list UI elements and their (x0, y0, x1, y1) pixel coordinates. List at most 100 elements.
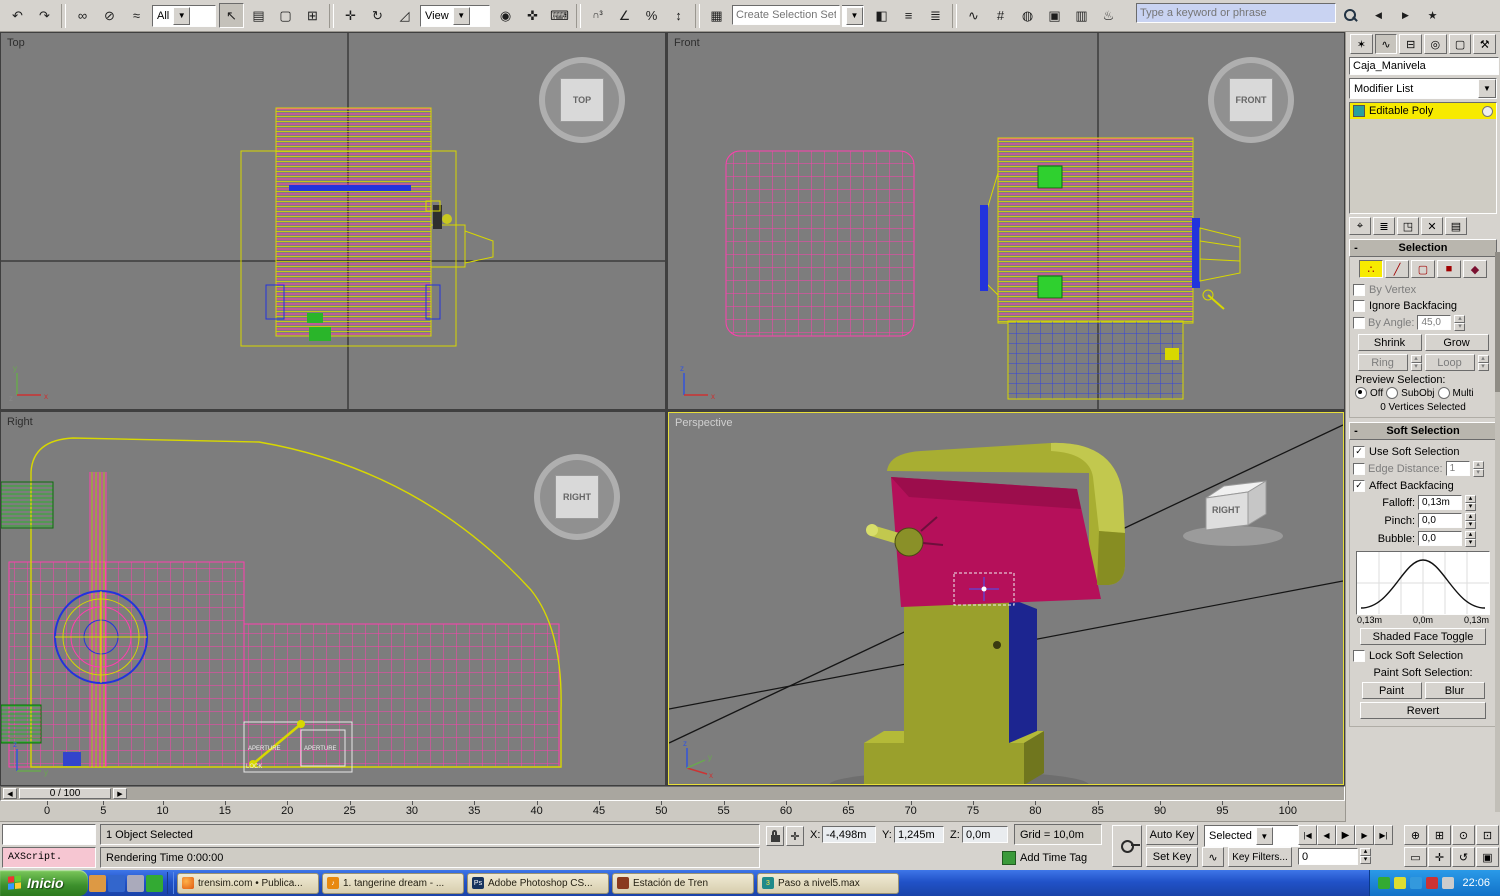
viewport-perspective[interactable]: Perspective RIGHT z x y (668, 412, 1344, 785)
blur-button[interactable]: Blur (1425, 682, 1485, 699)
select-rotate-icon[interactable] (365, 3, 390, 28)
preview-multi-radio[interactable] (1438, 387, 1450, 399)
search-next-icon[interactable] (1393, 3, 1418, 28)
viewcube[interactable]: TOP (539, 57, 625, 143)
prev-frame-icon[interactable] (1317, 825, 1336, 845)
modifier-stack[interactable]: Editable Poly (1349, 102, 1497, 214)
viewcube[interactable]: RIGHT (1178, 468, 1288, 555)
region-select-icon[interactable] (273, 3, 298, 28)
select-link-icon[interactable] (70, 3, 95, 28)
zoom-all-icon[interactable] (1428, 825, 1451, 845)
revert-button[interactable]: Revert (1360, 702, 1486, 719)
selection-filter-dropdown[interactable]: All ▼ (152, 5, 216, 27)
selection-rollout-header[interactable]: - Selection (1349, 239, 1497, 257)
redo-icon[interactable] (32, 3, 57, 28)
viewport-top[interactable]: Top TOP y x z (1, 33, 665, 409)
lock-soft-selection-checkbox[interactable] (1353, 650, 1365, 662)
viewport-label[interactable]: Top (7, 37, 25, 49)
zoom-icon[interactable] (1404, 825, 1427, 845)
object-name-field[interactable] (1349, 57, 1499, 75)
tray-icon[interactable] (1378, 877, 1390, 889)
quick-render-icon[interactable] (1096, 3, 1121, 28)
viewport-label[interactable]: Perspective (675, 417, 732, 429)
utilities-tab[interactable] (1473, 34, 1496, 54)
create-tab[interactable] (1350, 34, 1373, 54)
quick-launch-icon[interactable] (89, 875, 106, 892)
chevron-down-icon[interactable]: ▼ (1256, 827, 1273, 845)
task-button[interactable]: Estación de Tren (612, 873, 754, 894)
quick-launch-icon[interactable] (146, 875, 163, 892)
loop-button[interactable]: Loop (1425, 354, 1475, 371)
chevron-down-icon[interactable]: ▼ (1478, 79, 1496, 98)
search-input[interactable] (1136, 3, 1336, 23)
bubble-spinner[interactable]: ▴▾ (1465, 531, 1476, 547)
modifier-list-dropdown[interactable]: Modifier List ▼ (1349, 78, 1497, 99)
curve-toggle-icon[interactable] (1202, 847, 1224, 867)
configure-sets-icon[interactable] (1445, 217, 1467, 235)
stack-row-editable-poly[interactable]: Editable Poly (1350, 103, 1496, 119)
ring-spinner[interactable]: ▴▾ (1411, 355, 1422, 371)
maxscript-listener-white[interactable] (2, 824, 96, 845)
edit-selection-sets-icon[interactable] (704, 3, 729, 28)
search-prev-icon[interactable] (1366, 3, 1391, 28)
x-coordinate-field[interactable] (822, 826, 876, 843)
angle-snap-icon[interactable] (612, 3, 637, 28)
set-key-button[interactable]: Set Key (1146, 847, 1198, 867)
border-mode-icon[interactable] (1411, 260, 1435, 278)
absolute-offset-icon[interactable] (786, 826, 804, 846)
viewport-front[interactable]: Front FRONT z x (668, 33, 1344, 409)
viewcube-face[interactable]: FRONT (1229, 78, 1273, 122)
kbd-override-icon[interactable] (547, 3, 572, 28)
maximize-viewport-icon[interactable] (1476, 847, 1499, 867)
percent-snap-icon[interactable] (639, 3, 664, 28)
edge-distance-checkbox[interactable] (1353, 463, 1365, 475)
next-frame-icon[interactable] (1355, 825, 1374, 845)
schematic-view-icon[interactable] (988, 3, 1013, 28)
window-crossing-icon[interactable] (300, 3, 325, 28)
select-by-name-icon[interactable] (246, 3, 271, 28)
polygon-mode-icon[interactable] (1437, 260, 1461, 278)
y-coordinate-field[interactable] (894, 826, 944, 843)
mirror-icon[interactable] (869, 3, 894, 28)
key-filters-button[interactable]: Key Filters... (1228, 847, 1292, 867)
make-unique-icon[interactable] (1397, 217, 1419, 235)
pinch-field[interactable] (1418, 513, 1462, 528)
viewcube[interactable]: RIGHT (534, 454, 620, 540)
tray-icon[interactable] (1394, 877, 1406, 889)
display-tab[interactable] (1449, 34, 1472, 54)
ignore-backfacing-checkbox[interactable] (1353, 300, 1365, 312)
falloff-field[interactable] (1418, 495, 1462, 510)
pin-stack-icon[interactable] (1349, 217, 1371, 235)
zoom-extents-all-icon[interactable] (1476, 825, 1499, 845)
task-button[interactable]: Adobe Photoshop CS... (467, 873, 609, 894)
edge-distance-spinner[interactable]: ▴▾ (1473, 461, 1484, 477)
collapse-icon[interactable]: - (1350, 242, 1362, 254)
grow-button[interactable]: Grow (1425, 334, 1489, 351)
collapse-icon[interactable]: - (1350, 425, 1362, 437)
bubble-field[interactable] (1418, 531, 1462, 546)
zoom-region-icon[interactable] (1404, 847, 1427, 867)
task-button[interactable]: 1. tangerine dream - ... (322, 873, 464, 894)
modify-tab[interactable] (1375, 34, 1398, 54)
by-vertex-checkbox[interactable] (1353, 284, 1365, 296)
select-object-icon[interactable] (219, 3, 244, 28)
by-angle-checkbox[interactable] (1353, 317, 1365, 329)
ring-button[interactable]: Ring (1358, 354, 1408, 371)
by-angle-spinner[interactable]: ▴▾ (1454, 315, 1465, 331)
undo-icon[interactable] (5, 3, 30, 28)
loop-spinner[interactable]: ▴▾ (1478, 355, 1489, 371)
chevron-down-icon[interactable]: ▼ (173, 7, 190, 25)
start-button[interactable]: Inicio (0, 870, 88, 896)
maxscript-listener[interactable]: AXScript. (2, 847, 96, 868)
set-keys-button[interactable] (1112, 825, 1142, 867)
shaded-face-toggle-button[interactable]: Shaded Face Toggle (1360, 628, 1486, 645)
zoom-extents-icon[interactable] (1452, 825, 1475, 845)
timeslider-right-arrow[interactable] (113, 788, 127, 799)
lock-selection-button[interactable] (766, 826, 784, 846)
soft-selection-rollout-header[interactable]: - Soft Selection (1349, 422, 1497, 440)
task-button[interactable]: Paso a nivel5.max (757, 873, 899, 894)
task-button[interactable]: trensim.com • Publica... (177, 873, 319, 894)
preview-off-radio[interactable] (1355, 387, 1367, 399)
time-slider[interactable]: 0 / 100 (0, 786, 1345, 801)
select-move-icon[interactable] (338, 3, 363, 28)
